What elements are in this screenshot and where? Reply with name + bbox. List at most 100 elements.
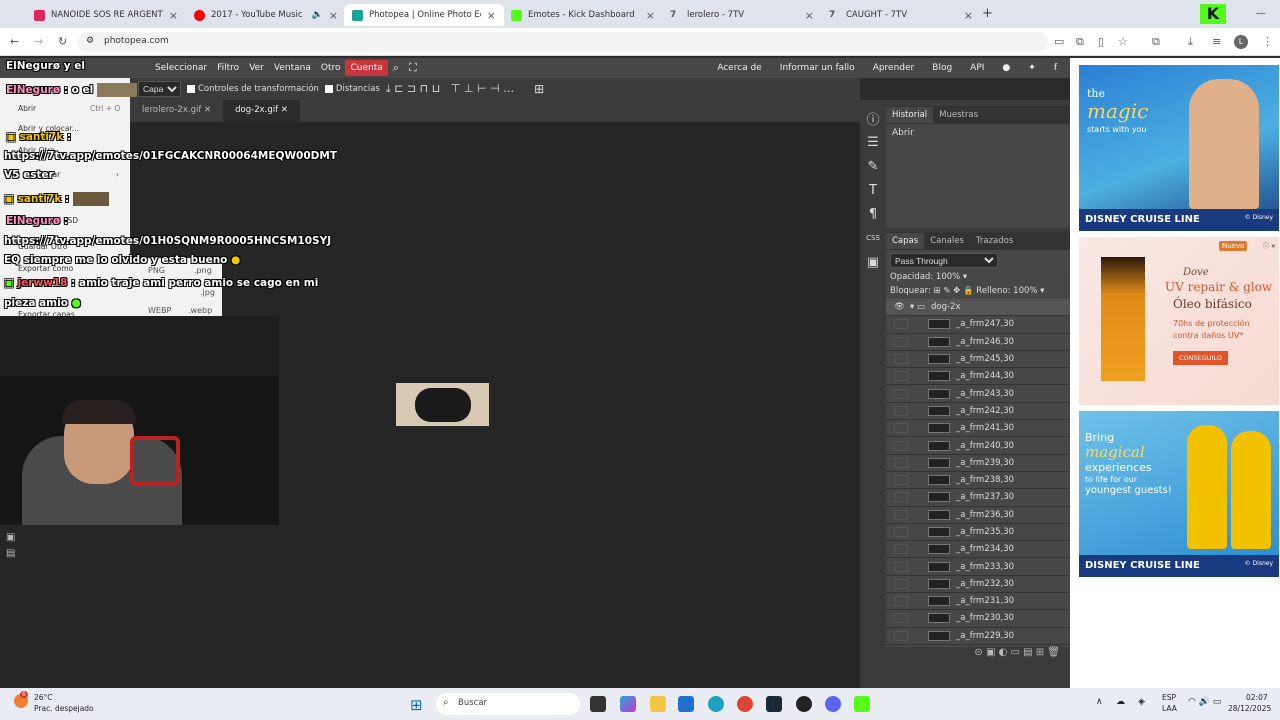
minimize-icon[interactable]: — <box>1256 8 1266 19</box>
fill-input[interactable]: 100% <box>1013 286 1037 296</box>
fullscreen-icon[interactable]: ⛶ <box>404 61 422 75</box>
disney-ad-1[interactable]: the magic starts with you DISNEY CRUISE … <box>1079 65 1279 231</box>
language-code[interactable]: ESP <box>1162 693 1176 702</box>
lock-icons[interactable]: ⊞ ✎ ✥ 🔒 <box>934 286 974 296</box>
store-icon[interactable] <box>678 696 694 712</box>
visibility-toggle[interactable] <box>894 527 908 537</box>
cast-icon[interactable]: ⧉ <box>1076 35 1084 49</box>
back-icon[interactable]: ← <box>10 35 19 48</box>
chrome-icon[interactable] <box>737 696 753 712</box>
file-explorer-icon[interactable] <box>650 696 666 712</box>
close-icon[interactable]: × <box>805 9 814 22</box>
layer-row[interactable]: _a_frm237,30 <box>886 489 1070 507</box>
visibility-toggle[interactable] <box>894 319 908 330</box>
discord-icon[interactable] <box>825 696 841 712</box>
forward-icon[interactable]: → <box>34 35 43 48</box>
clock-time[interactable]: 02:07 <box>1246 693 1268 702</box>
layer-row[interactable]: _a_frm245,30 <box>886 351 1070 369</box>
more-icon[interactable]: ⋮ <box>1262 35 1273 48</box>
tab-nanoide[interactable]: NANOIDE SOS RE ARGENTINO × <box>26 4 186 26</box>
tab-historial[interactable]: Historial <box>886 107 934 123</box>
ad-cta-button[interactable]: CONSEGUILO <box>1173 351 1228 365</box>
visibility-toggle[interactable] <box>894 492 908 503</box>
close-icon[interactable]: × <box>169 9 178 22</box>
layer-group[interactable]: 👁 ▾ ▭ dog-2x <box>886 299 1070 317</box>
tab-trazados[interactable]: Trazados <box>970 233 1019 249</box>
visibility-toggle[interactable] <box>894 544 908 555</box>
tray-app-icon[interactable]: ◈ <box>1138 697 1145 707</box>
visibility-toggle[interactable] <box>894 388 908 399</box>
visibility-toggle[interactable] <box>894 630 908 641</box>
steam-icon[interactable] <box>766 696 782 712</box>
search-icon[interactable]: ⌕ <box>388 61 404 75</box>
reload-icon[interactable]: ↻ <box>58 35 67 48</box>
layer-row[interactable]: _a_frm244,30 <box>886 368 1070 386</box>
cloud-icon[interactable]: ☁ <box>1116 697 1125 707</box>
layer-row[interactable]: _a_frm229,30 <box>886 628 1070 645</box>
keyboard-icon[interactable]: ▤ <box>6 548 15 559</box>
layer-row[interactable]: _a_frm233,30 <box>886 558 1070 576</box>
layer-row[interactable]: _a_frm243,30 <box>886 385 1070 403</box>
visibility-toggle[interactable] <box>894 457 908 468</box>
disney-ad-2[interactable]: Bring magical experiences to life for ou… <box>1079 411 1279 577</box>
close-icon[interactable]: × <box>329 9 338 22</box>
layer-row[interactable]: _a_frm247,30 <box>886 316 1070 334</box>
screenshot-icon[interactable]: ▭ <box>1054 35 1064 48</box>
layer-row[interactable]: _a_frm236,30 <box>886 507 1070 524</box>
eye-icon[interactable]: 👁 <box>894 302 908 312</box>
visibility-toggle[interactable] <box>894 561 908 572</box>
ad-choice-icon[interactable]: ⓘ ✕ <box>1263 241 1276 250</box>
visibility-toggle[interactable] <box>894 613 908 624</box>
clock-date[interactable]: 28/12/2025 <box>1228 704 1271 713</box>
page-icon[interactable]: ▯ <box>1098 35 1104 48</box>
opacity-input[interactable]: 100% <box>936 272 960 282</box>
grid-icon[interactable]: ⊞ <box>534 82 544 96</box>
webcam-tool-icon[interactable]: ▣ <box>6 532 15 543</box>
visibility-toggle[interactable] <box>894 440 908 451</box>
visibility-toggle[interactable] <box>894 405 908 416</box>
avatar[interactable]: L <box>1234 35 1248 49</box>
visibility-toggle[interactable] <box>894 509 908 520</box>
tab-youtube-music[interactable]: 2017 - YouTube Music 🔈 × <box>186 4 346 26</box>
speaker-icon[interactable]: 🔈 <box>312 10 323 20</box>
visibility-toggle[interactable] <box>894 354 908 365</box>
align-download-icon[interactable]: ⤓ ⊏ ⊐ ⊓ ⊔ ⊤ ⊥ ⊢ ⊣ … <box>386 82 514 96</box>
close-icon[interactable]: × <box>646 9 655 22</box>
tab-capas[interactable]: Capas <box>886 233 925 249</box>
menu-blog[interactable]: Blog <box>927 63 957 73</box>
history-item[interactable]: Abrir <box>892 128 1064 138</box>
download-icon[interactable]: ⤓ <box>1188 35 1193 49</box>
close-icon[interactable]: × <box>487 9 496 22</box>
visibility-toggle[interactable] <box>894 336 908 347</box>
layer-row[interactable]: _a_frm242,30 <box>886 403 1070 421</box>
layer-row[interactable]: _a_frm230,30 <box>886 610 1070 628</box>
visibility-toggle[interactable] <box>894 578 908 589</box>
taskview-icon[interactable] <box>590 696 606 712</box>
url-input[interactable]: ⚙ photopea.com <box>78 32 1048 52</box>
tab-photopea[interactable]: Photopea | Online Photo Editor × <box>344 4 504 26</box>
layer-row[interactable]: _a_frm232,30 <box>886 576 1070 594</box>
site-info-icon[interactable]: ⚙ <box>86 36 94 46</box>
visibility-toggle[interactable] <box>894 423 908 434</box>
image-icon[interactable]: ▣ <box>860 250 886 274</box>
paragraph-icon[interactable]: ¶ <box>860 202 886 226</box>
copilot-icon[interactable] <box>620 696 636 712</box>
dog-image[interactable] <box>396 383 489 426</box>
visibility-toggle[interactable] <box>894 475 908 486</box>
obs-icon[interactable] <box>796 696 812 712</box>
language-layout[interactable]: LAA <box>1162 704 1177 713</box>
layer-row[interactable]: _a_frm246,30 <box>886 334 1070 351</box>
adjustments-icon[interactable]: ☰ <box>860 130 886 154</box>
layer-row[interactable]: _a_frm234,30 <box>886 541 1070 559</box>
bookmark-star-icon[interactable]: ☆ <box>1118 35 1128 48</box>
reddit-icon[interactable]: ● <box>997 63 1015 73</box>
twitter-icon[interactable]: ✦ <box>1023 63 1041 73</box>
layer-row[interactable]: _a_frm241,30 <box>886 420 1070 438</box>
tab-caught-7tv[interactable]: 7 CAUGHT - 7TV × <box>821 4 981 26</box>
visibility-toggle[interactable] <box>894 371 908 382</box>
facebook-icon[interactable]: f <box>1049 63 1062 73</box>
dove-ad[interactable]: ⓘ ✕ Nuevo Dove UV repair & glow Óleo bif… <box>1079 237 1279 405</box>
layer-row[interactable]: _a_frm231,30 <box>886 593 1070 611</box>
tab-lerolero-7tv[interactable]: 7 lerolero - 7TV × <box>662 4 822 26</box>
menu-acerca-de[interactable]: Acerca de <box>712 63 767 73</box>
